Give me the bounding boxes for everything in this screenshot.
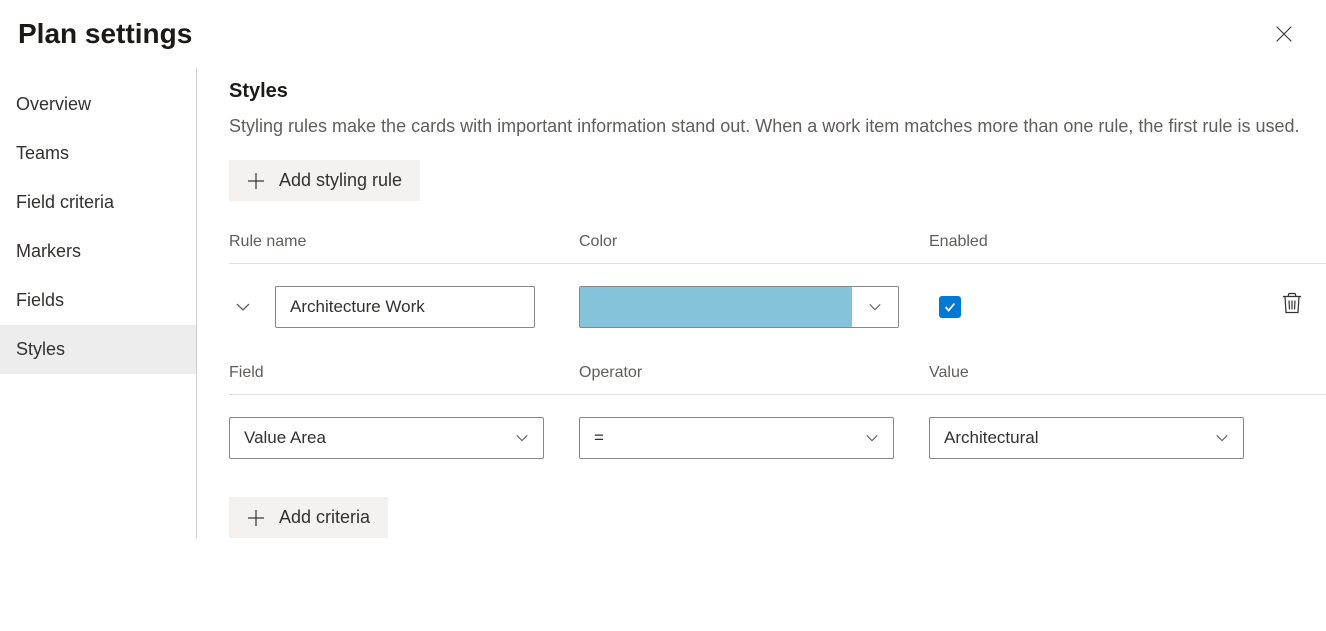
rule-row — [229, 263, 1326, 346]
sidebar-item-fields[interactable]: Fields — [0, 276, 196, 325]
checkmark-icon — [943, 300, 957, 314]
color-dropdown-arrow — [852, 287, 898, 327]
add-rule-label: Add styling rule — [279, 170, 402, 191]
body: Overview Teams Field criteria Markers Fi… — [0, 68, 1326, 538]
add-styling-rule-button[interactable]: Add styling rule — [229, 160, 420, 201]
content: Styles Styling rules make the cards with… — [197, 68, 1326, 538]
column-color: Color — [579, 233, 929, 251]
page-title: Plan settings — [18, 18, 192, 50]
value-value: Architectural — [944, 428, 1038, 448]
column-value: Value — [929, 364, 1279, 382]
close-button[interactable] — [1270, 20, 1298, 48]
column-operator: Operator — [579, 364, 929, 382]
sidebar-item-markers[interactable]: Markers — [0, 227, 196, 276]
section-title: Styles — [229, 80, 1326, 103]
sidebar-item-teams[interactable]: Teams — [0, 129, 196, 178]
value-dropdown[interactable]: Architectural — [929, 417, 1244, 459]
criteria-row: Value Area = Architectural — [229, 394, 1326, 477]
delete-rule-button[interactable] — [1278, 289, 1306, 322]
chevron-down-icon — [515, 431, 529, 445]
field-value: Value Area — [244, 428, 326, 448]
rule-name-input[interactable] — [275, 286, 535, 328]
sidebar: Overview Teams Field criteria Markers Fi… — [0, 68, 197, 538]
column-enabled: Enabled — [929, 233, 1279, 251]
column-field: Field — [229, 364, 579, 382]
rules-table-header: Rule name Color Enabled — [229, 233, 1326, 263]
sidebar-item-overview[interactable]: Overview — [0, 80, 196, 129]
color-swatch — [580, 287, 852, 327]
color-picker[interactable] — [579, 286, 899, 328]
field-dropdown[interactable]: Value Area — [229, 417, 544, 459]
sidebar-item-styles[interactable]: Styles — [0, 325, 196, 374]
chevron-down-icon — [865, 431, 879, 445]
section-description: Styling rules make the cards with import… — [229, 113, 1304, 140]
add-criteria-button[interactable]: Add criteria — [229, 497, 388, 538]
operator-value: = — [594, 428, 604, 448]
criteria-table-header: Field Operator Value — [229, 364, 1326, 394]
chevron-down-icon — [868, 300, 882, 314]
chevron-down-icon — [1215, 431, 1229, 445]
add-criteria-label: Add criteria — [279, 507, 370, 528]
enabled-checkbox[interactable] — [939, 296, 961, 318]
column-rule-name: Rule name — [229, 233, 579, 251]
header: Plan settings — [0, 0, 1326, 68]
close-icon — [1273, 23, 1295, 45]
sidebar-item-field-criteria[interactable]: Field criteria — [0, 178, 196, 227]
operator-dropdown[interactable]: = — [579, 417, 894, 459]
chevron-down-icon — [235, 299, 251, 315]
trash-icon — [1282, 293, 1302, 315]
expand-rule-toggle[interactable] — [229, 299, 275, 315]
plus-icon — [247, 172, 265, 190]
plus-icon — [247, 509, 265, 527]
